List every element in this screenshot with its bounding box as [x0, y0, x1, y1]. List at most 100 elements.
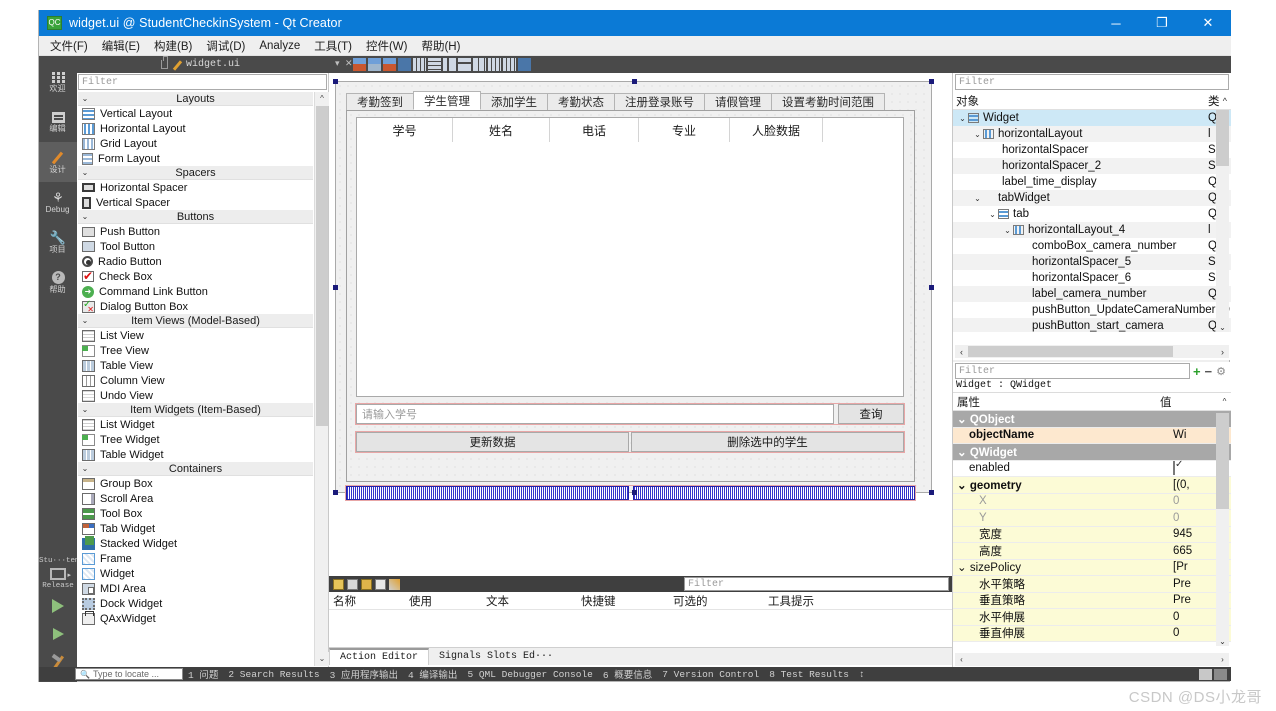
tree-row-tabWidget[interactable]: ⌄ tabWidget Q [953, 190, 1231, 206]
widget-item-table-widget[interactable]: Table Widget [78, 447, 313, 462]
widget-item-horizontal-spacer[interactable]: Horizontal Spacer [78, 180, 313, 195]
student-table[interactable]: 学号 姓名 电话 专业 人脸数据 [356, 117, 904, 397]
scroll-thumb[interactable] [1216, 110, 1229, 166]
widget-item-push-button[interactable]: Push Button [78, 224, 313, 239]
status-updown-toggle[interactable]: ↕ [854, 669, 870, 680]
tab-leave-management[interactable]: 请假管理 [704, 93, 772, 110]
widget-item-command-link-button[interactable]: ➜ Command Link Button [78, 284, 313, 299]
tree-row-pushButton-start-camera[interactable]: pushButton_start_camera Q [953, 318, 1231, 332]
prop-group-qwidget[interactable]: ⌄ QWidget [953, 444, 1231, 461]
delete-icon[interactable] [375, 578, 386, 590]
update-data-button[interactable]: 更新数据 [356, 432, 629, 452]
widget-item-tool-button[interactable]: Tool Button [78, 239, 313, 254]
pe-col-property[interactable]: 属性 [953, 394, 1156, 410]
ae-col-used[interactable]: 使用 [409, 593, 486, 609]
configure-icon[interactable]: ⚙ [1216, 365, 1226, 378]
menu-tools[interactable]: 工具(T) [307, 36, 359, 56]
scroll-down-arrow[interactable]: ⌄ [1216, 323, 1229, 332]
widget-item-list-widget[interactable]: List Widget [78, 417, 313, 432]
chevron-down-icon[interactable]: ⌄ [972, 194, 983, 203]
widget-item-tab-widget[interactable]: Tab Widget [78, 521, 313, 536]
widget-item-vertical-spacer[interactable]: Vertical Spacer [78, 195, 313, 210]
tab-dropdown-arrow[interactable]: ▾ [335, 58, 340, 69]
tree-row-horizontalSpacer-6[interactable]: horizontalSpacer_6 S [953, 270, 1231, 286]
th-face-data[interactable]: 人脸数据 [730, 118, 823, 142]
scroll-right-arrow[interactable]: › [1216, 653, 1229, 666]
prop-vertical-policy[interactable]: 垂直策略 Pre [953, 592, 1231, 609]
widget-item-tree-view[interactable]: Tree View [78, 343, 313, 358]
widget-item-stacked-widget[interactable]: Stacked Widget [78, 535, 313, 551]
edit-icon[interactable] [389, 578, 400, 590]
add-property-icon[interactable]: + [1193, 365, 1201, 378]
widget-item-tool-box[interactable]: Tool Box [78, 506, 313, 521]
scroll-up-arrow[interactable]: ^ [315, 92, 329, 106]
widget-item-group-box[interactable]: Group Box [78, 476, 313, 491]
object-tree[interactable]: ⌄ Widget Q ⌄ horizontalLayout l horizont… [953, 110, 1231, 332]
signals-slots-icon[interactable] [503, 58, 516, 71]
paste-icon[interactable] [361, 578, 372, 590]
menu-build[interactable]: 构建(B) [147, 36, 199, 56]
selection-handle-br[interactable] [929, 490, 934, 495]
ae-col-tooltip[interactable]: 工具提示 [768, 593, 952, 609]
tree-row-comboBox-camera-number[interactable]: comboBox_camera_number Q [953, 238, 1231, 254]
selection-handle-mr[interactable] [929, 285, 934, 290]
tab-register-login-account[interactable]: 注册登录账号 [614, 93, 705, 110]
scroll-down-arrow[interactable]: ⌄ [1216, 637, 1229, 646]
object-inspector-vscrollbar[interactable]: ⌄ [1216, 110, 1229, 332]
run-button[interactable] [39, 592, 77, 620]
horizontal-spacer-left[interactable] [346, 486, 629, 500]
lay-out-form-icon[interactable] [473, 58, 486, 71]
pe-col-value[interactable]: 值 [1156, 394, 1218, 410]
widget-item-dialog-button-box[interactable]: Dialog Button Box [78, 299, 313, 314]
maximize-button[interactable]: ❐ [1139, 10, 1185, 36]
form-design-canvas[interactable]: 考勤签到 学生管理 添加学生 考勤状态 注册登录账号 请假管理 设置考勤时间范围… [329, 73, 953, 576]
copy-icon[interactable] [347, 578, 358, 590]
status-version-control[interactable]: 7 Version Control [657, 669, 764, 680]
output-pane-toggle-icon[interactable] [1214, 668, 1227, 680]
object-inspector-filter[interactable]: Filter [955, 74, 1229, 90]
break-layout-icon[interactable] [368, 58, 381, 71]
ae-col-text[interactable]: 文本 [486, 593, 581, 609]
status-general-messages[interactable]: 6 概要信息 [598, 667, 657, 681]
close-button[interactable]: ✕ [1185, 10, 1231, 36]
widget-item-table-view[interactable]: Table View [78, 358, 313, 373]
widget-category-spacers[interactable]: ⌄ Spacers [78, 166, 313, 180]
selection-handle-tl[interactable] [333, 79, 338, 84]
buddy-editor-icon[interactable] [518, 58, 531, 71]
tree-row-widget[interactable]: ⌄ Widget Q [953, 110, 1231, 126]
action-editor-filter[interactable]: Filter [684, 577, 949, 591]
selection-handle-tc[interactable] [632, 79, 637, 84]
widget-item-horizontal-layout[interactable]: Horizontal Layout [78, 121, 313, 136]
preview-icon[interactable] [398, 58, 411, 71]
delete-selected-student-button[interactable]: 删除选中的学生 [631, 432, 904, 452]
student-id-input[interactable]: 请输入学号 [356, 404, 834, 424]
ae-col-shortcut[interactable]: 快捷键 [581, 593, 673, 609]
widget-item-check-box[interactable]: Check Box [78, 269, 313, 284]
widget-item-form-layout[interactable]: Form Layout [78, 151, 313, 166]
prop-vertical-stretch[interactable]: 垂直伸展 0 [953, 625, 1231, 642]
chevron-down-icon[interactable]: ⌄ [1002, 226, 1013, 235]
menu-edit[interactable]: 编辑(E) [95, 36, 147, 56]
tree-row-label-camera-number[interactable]: label_camera_number Q [953, 286, 1231, 302]
widget-category-layouts[interactable]: ⌄ Layouts [78, 92, 313, 106]
action-editor-body[interactable] [329, 610, 952, 647]
query-button[interactable]: 查询 [838, 404, 904, 424]
prop-objectName[interactable]: objectName Wi [953, 427, 1231, 444]
widget-box-filter[interactable]: Filter [78, 74, 327, 90]
prop-horizontal-policy[interactable]: 水平策略 Pre [953, 576, 1231, 593]
widget-box-scrollbar[interactable]: ^ ⌄ [314, 92, 329, 666]
status-qml-debugger[interactable]: 5 QML Debugger Console [462, 669, 597, 680]
object-inspector-hscrollbar[interactable]: ‹ › [955, 345, 1229, 358]
tab-signals-slots-editor[interactable]: Signals Slots Ed··· [429, 648, 563, 665]
tree-row-horizontalSpacer-2[interactable]: horizontalSpacer_2 S [953, 158, 1231, 174]
chevron-down-icon[interactable]: ⌄ [972, 130, 983, 139]
menu-file[interactable]: 文件(F) [43, 36, 95, 56]
status-search-results[interactable]: 2 Search Results [223, 669, 324, 680]
status-issues[interactable]: 1 问题 [183, 667, 223, 681]
tab-action-editor[interactable]: Action Editor [329, 648, 430, 665]
widget-item-list-view[interactable]: List View [78, 328, 313, 343]
th-major[interactable]: 专业 [639, 118, 730, 142]
widget-item-widget[interactable]: Widget [78, 566, 313, 581]
property-editor-vscrollbar[interactable]: ⌄ [1216, 413, 1229, 646]
locator-input[interactable]: 🔍 Type to locate ... [75, 668, 183, 680]
